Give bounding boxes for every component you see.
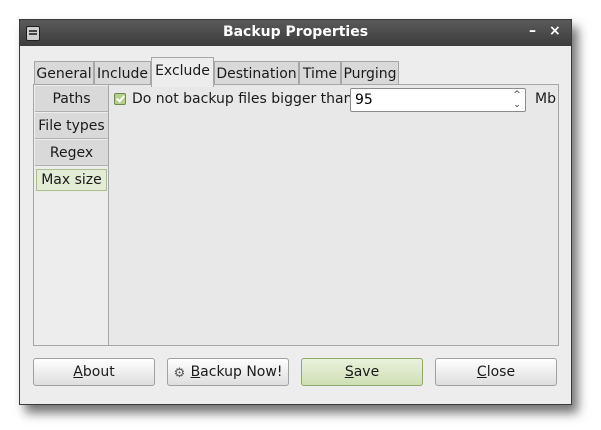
max-size-panel: Do not backup files bigger than ^ ⌄ Mb [108,85,558,345]
close-mnemonic: C [476,364,487,380]
minimize-button[interactable]: – [529,23,536,39]
tab-time[interactable]: Time [299,61,341,85]
size-unit-label: Mb [535,91,556,107]
tab-include[interactable]: Include [94,61,151,85]
spin-up-icon[interactable]: ^ [511,90,523,100]
backup-now-button[interactable]: Backup Now! [167,358,289,387]
window-title: Backup Properties [222,24,369,40]
exclude-panel: Paths File types Regex Max size Do not b… [33,84,559,346]
max-size-spinbox[interactable]: ^ ⌄ [350,88,526,112]
backup-now-label: ackup Now! [200,364,283,380]
side-tab-file-types[interactable]: File types [35,113,108,139]
about-mnemonic: A [73,364,83,380]
side-tab-max-size[interactable]: Max size [35,167,108,193]
tab-exclude[interactable]: Exclude [151,57,214,87]
backup-now-mnemonic: B [190,364,201,380]
about-button[interactable]: About [33,358,155,386]
side-tab-max-size-label: Max size [36,169,107,191]
side-tab-regex[interactable]: Regex [35,140,108,166]
spin-down-icon[interactable]: ⌄ [511,100,523,110]
title-bar[interactable]: Backup Properties – × [20,20,571,46]
max-size-input[interactable] [351,89,517,111]
tab-general[interactable]: General [34,61,94,85]
backup-icon [174,361,188,387]
close-button[interactable]: Close [435,358,557,386]
max-size-checkbox[interactable] [114,93,126,105]
save-mnemonic: S [344,364,354,380]
close-label: lose [486,364,516,380]
backup-properties-window: Backup Properties – × General Include Ex… [19,19,572,405]
save-label: ave [353,364,380,380]
tab-purging[interactable]: Purging [341,61,399,85]
side-tab-paths[interactable]: Paths [35,86,108,112]
tab-destination[interactable]: Destination [214,61,299,85]
about-label: bout [82,364,115,380]
max-size-checkbox-label[interactable]: Do not backup files bigger than [132,91,352,107]
save-button[interactable]: Save [301,358,423,386]
close-window-button[interactable]: × [549,23,561,39]
